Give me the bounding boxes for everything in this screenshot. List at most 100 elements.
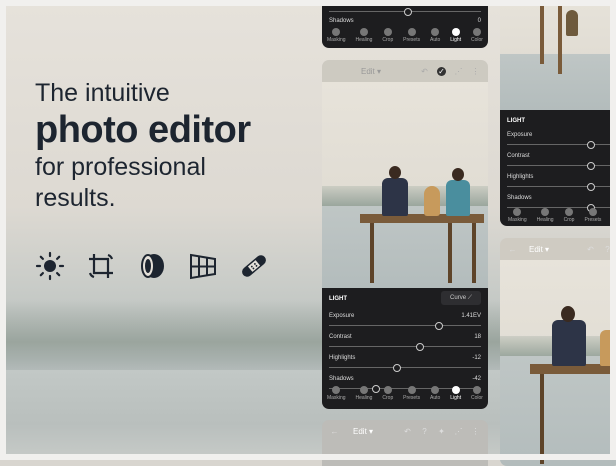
slider-knob[interactable]	[435, 322, 444, 330]
tool-presets[interactable]: Presets	[403, 28, 420, 43]
tool-label: Masking	[508, 217, 527, 223]
slider-label: Shadows	[507, 195, 532, 201]
right-phone-top: LIGHT Exposure Contrast Highlights Shadows …	[500, 0, 616, 226]
tool-crop[interactable]: Crop	[382, 28, 393, 43]
slider-value: 18	[474, 334, 481, 340]
bottom-toolbar: Masking Healing Crop Presets Pr	[500, 208, 616, 223]
edit-title: Edit	[360, 66, 375, 76]
slider-exposure[interactable]: Exposure	[507, 132, 613, 149]
slider-label: Highlights	[329, 355, 356, 361]
tool-label: Masking	[326, 37, 346, 43]
slider-label: Exposure	[329, 313, 355, 319]
crop-icon	[85, 250, 117, 282]
bottom-toolbar: Masking Healing Crop Presets Auto Light …	[322, 28, 488, 43]
auto-icon	[431, 386, 440, 394]
person-man	[552, 320, 586, 366]
tool-masking[interactable]: Masking	[508, 208, 527, 223]
bottom-phone: ← Edit ▾ ↶ ? ✦ ⋰ ⋮	[322, 420, 488, 466]
check-icon[interactable]: ✓	[437, 66, 447, 76]
dock-post	[540, 0, 544, 64]
slider-label: Shadows	[329, 376, 354, 382]
back-arrow-icon[interactable]: ←	[508, 245, 517, 254]
help-icon[interactable]: ?	[603, 245, 612, 254]
tool-color[interactable]: Color	[471, 28, 483, 43]
healing-icon	[359, 386, 368, 394]
tool-crop[interactable]: Crop	[382, 386, 393, 401]
presets-icon	[611, 208, 616, 216]
slider-knob[interactable]	[586, 183, 595, 191]
edit-dropdown[interactable]: Edit ▾	[361, 67, 381, 76]
tool-label: Color	[471, 37, 483, 43]
section-title: LIGHT	[507, 118, 525, 124]
settings-icon[interactable]: ✦	[437, 427, 446, 436]
tool-label: Color	[471, 395, 483, 401]
slider-knob[interactable]	[415, 343, 424, 351]
slider-highlights[interactable]: Highlights	[507, 174, 613, 191]
more-icon[interactable]: ⋮	[471, 67, 480, 76]
tool-healing[interactable]: Healing	[355, 386, 373, 401]
masking-icon	[513, 208, 522, 216]
edit-title: Edit	[529, 244, 543, 254]
tool-light[interactable]: Light	[450, 386, 461, 401]
slider-knob[interactable]	[586, 141, 595, 149]
tool-presets[interactable]: Presets	[403, 386, 420, 401]
tool-light[interactable]: Light	[450, 28, 461, 43]
undo-icon[interactable]: ↶	[420, 67, 429, 76]
undo-icon[interactable]: ↶	[403, 427, 412, 436]
tool-crop[interactable]: Crop	[564, 208, 574, 223]
tool-auto[interactable]: Auto	[430, 28, 440, 43]
slider-exposure[interactable]: Exposure 1.41EV	[329, 313, 481, 330]
tool-masking[interactable]: Masking	[327, 386, 346, 401]
tool-healing[interactable]: Healing	[356, 28, 372, 43]
slider-knob[interactable]	[392, 364, 401, 372]
tool-label: Masking	[326, 395, 346, 401]
crop-icon	[565, 208, 574, 216]
headline-line-3: for professional	[35, 153, 206, 181]
slider-highlights[interactable]: Highlights -12	[329, 355, 481, 372]
share-icon[interactable]: ⋰	[454, 67, 463, 76]
tool-presets-cut[interactable]: Pr	[611, 208, 616, 223]
slider-contrast[interactable]: Contrast 18	[329, 334, 481, 351]
tool-color[interactable]: Color	[471, 386, 483, 401]
dock-post	[540, 374, 544, 464]
dock-post	[558, 0, 562, 74]
person-head	[389, 166, 401, 179]
curve-button[interactable]: Curve ⟋	[441, 291, 481, 305]
tool-label: Presets	[403, 37, 421, 43]
help-icon[interactable]: ?	[420, 427, 429, 436]
right-photo	[500, 0, 616, 110]
slider-track	[507, 165, 613, 166]
share-icon[interactable]: ⋰	[454, 427, 463, 436]
edit-dropdown[interactable]: Edit ▾	[353, 427, 373, 436]
tool-healing[interactable]: Healing	[537, 208, 554, 223]
tool-label: Presets	[403, 395, 421, 401]
slider-value: 1.41EV	[461, 313, 481, 319]
slider-knob[interactable]	[404, 8, 412, 16]
presets-icon	[407, 28, 416, 36]
slider-track	[329, 346, 481, 347]
masking-icon	[332, 28, 341, 36]
dock-post	[370, 223, 374, 283]
undo-icon[interactable]: ↶	[586, 245, 595, 254]
tool-auto[interactable]: Auto	[430, 386, 440, 401]
tool-presets[interactable]: Presets	[584, 208, 601, 223]
slider-contrast[interactable]: Contrast	[507, 153, 613, 170]
curve-label: Curve	[450, 295, 467, 301]
slider-label: Highlights	[507, 174, 534, 180]
slider-label: Contrast	[329, 334, 352, 340]
right-phone-bottom: ← Edit ▾ ↶ ?	[500, 238, 616, 466]
tool-label: Presets	[584, 217, 602, 223]
back-arrow-icon[interactable]: ←	[330, 427, 339, 436]
tool-label: Healing	[355, 395, 373, 401]
tool-label: Light	[450, 37, 462, 43]
tool-masking[interactable]: Masking	[327, 28, 346, 43]
auto-icon	[431, 28, 440, 36]
edit-dropdown[interactable]: Edit ▾	[529, 245, 549, 254]
headline-line-1: The intuitive	[35, 79, 170, 107]
feature-icons	[34, 250, 270, 282]
slider-knob[interactable]	[586, 162, 595, 170]
slider-value: -12	[472, 355, 481, 361]
dock-post	[448, 223, 452, 283]
presets-icon	[407, 386, 416, 394]
more-icon[interactable]: ⋮	[471, 427, 480, 436]
